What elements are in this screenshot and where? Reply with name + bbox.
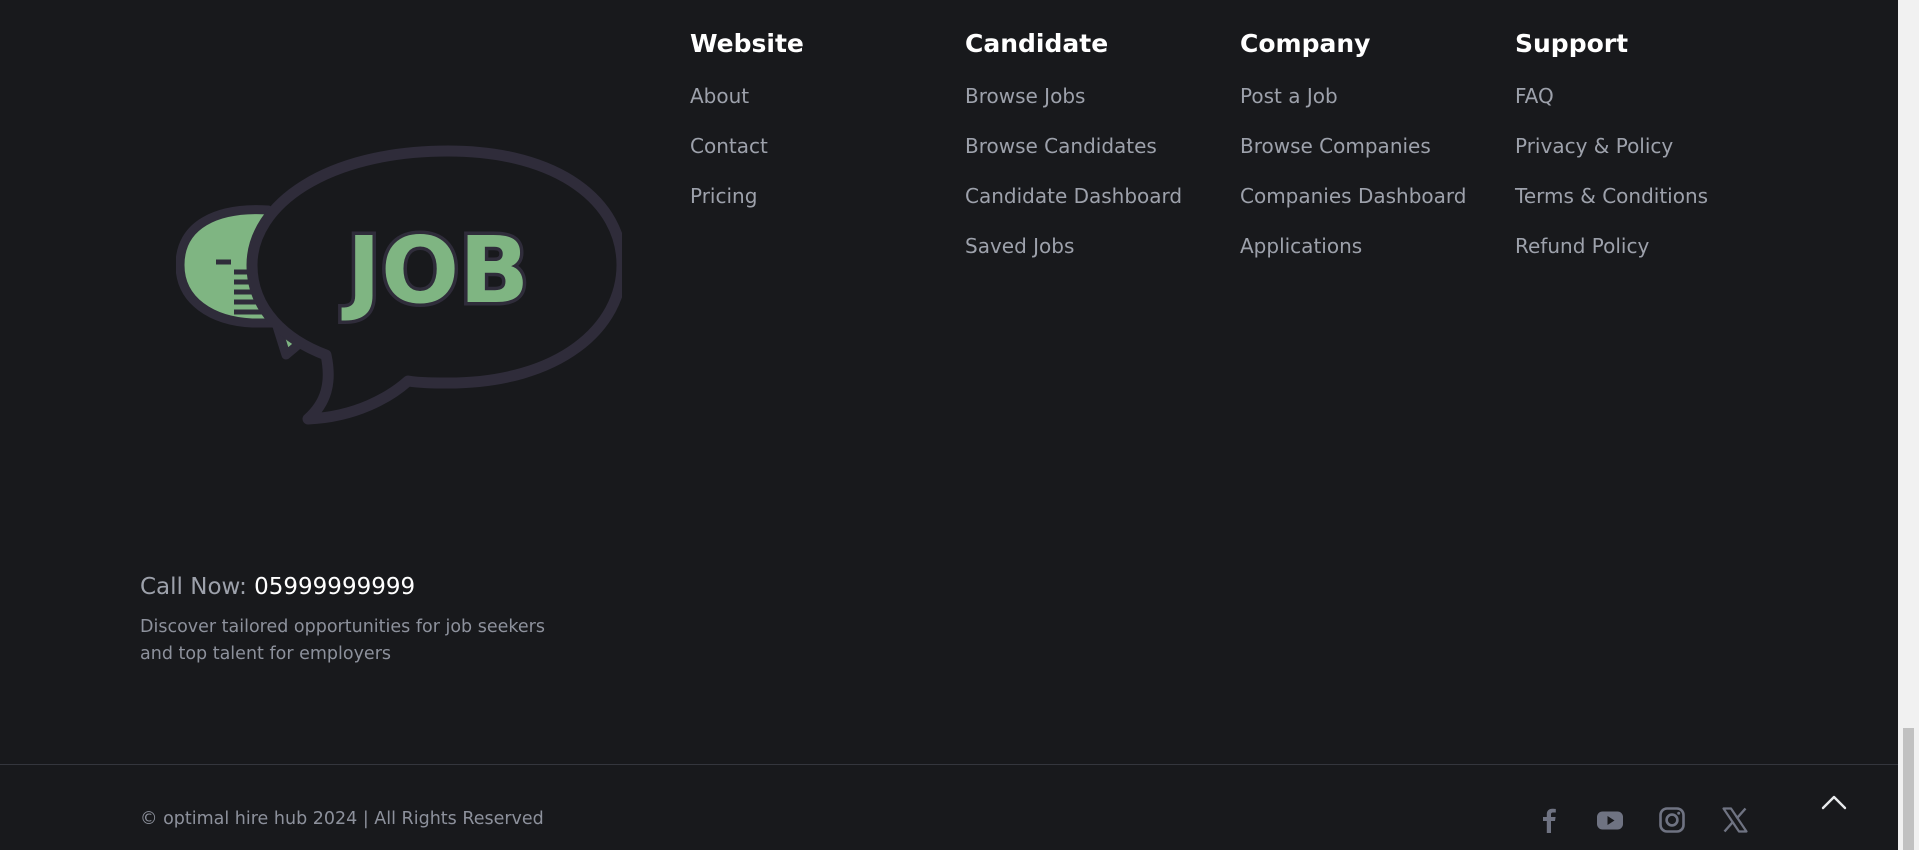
footer-link-browse-companies[interactable]: Browse Companies <box>1240 132 1466 182</box>
footer-link-companies-dashboard[interactable]: Companies Dashboard <box>1240 182 1466 232</box>
instagram-icon[interactable] <box>1658 806 1686 834</box>
footer-link-pricing[interactable]: Pricing <box>690 182 804 232</box>
call-now: Call Now: 05999999999 <box>140 570 415 604</box>
copyright-text: © optimal hire hub 2024 | All Rights Res… <box>140 809 544 829</box>
call-now-label: Call Now: <box>140 574 247 600</box>
x-twitter-icon[interactable] <box>1721 806 1749 834</box>
youtube-icon[interactable] <box>1596 806 1624 834</box>
footer-column-candidate: Candidate Browse Jobs Browse Candidates … <box>965 26 1182 282</box>
footer-link-browse-jobs[interactable]: Browse Jobs <box>965 82 1182 132</box>
footer-link-terms-conditions[interactable]: Terms & Conditions <box>1515 182 1708 232</box>
facebook-icon[interactable] <box>1535 806 1563 834</box>
footer-column-support: Support FAQ Privacy & Policy Terms & Con… <box>1515 26 1708 282</box>
footer-link-candidate-dashboard[interactable]: Candidate Dashboard <box>965 182 1182 232</box>
footer-link-faq[interactable]: FAQ <box>1515 82 1708 132</box>
footer-link-post-a-job[interactable]: Post a Job <box>1240 82 1466 132</box>
footer-column-website: Website About Contact Pricing <box>690 26 804 232</box>
column-title: Support <box>1515 29 1629 58</box>
footer-divider <box>0 764 1898 765</box>
footer-link-browse-candidates[interactable]: Browse Candidates <box>965 132 1182 182</box>
footer-link-about[interactable]: About <box>690 82 804 132</box>
footer-link-contact[interactable]: Contact <box>690 132 804 182</box>
footer-link-refund-policy[interactable]: Refund Policy <box>1515 232 1708 282</box>
footer-link-privacy-policy[interactable]: Privacy & Policy <box>1515 132 1708 182</box>
chevron-up-icon[interactable] <box>1820 792 1848 812</box>
logo-text: JOB <box>341 217 530 324</box>
footer-link-saved-jobs[interactable]: Saved Jobs <box>965 232 1182 282</box>
scrollbar[interactable] <box>1898 0 1919 850</box>
footer-column-company: Company Post a Job Browse Companies Comp… <box>1240 26 1466 282</box>
footer: JOB Website About Contact Pricing Candid… <box>0 0 1919 850</box>
footer-description: Discover tailored opportunities for job … <box>140 617 545 664</box>
job-logo: JOB <box>176 145 622 425</box>
column-title: Website <box>690 29 804 58</box>
scrollbar-thumb[interactable] <box>1903 728 1914 850</box>
footer-link-applications[interactable]: Applications <box>1240 232 1466 282</box>
phone-number[interactable]: 05999999999 <box>254 574 415 600</box>
column-title: Company <box>1240 29 1371 58</box>
column-title: Candidate <box>965 29 1109 58</box>
